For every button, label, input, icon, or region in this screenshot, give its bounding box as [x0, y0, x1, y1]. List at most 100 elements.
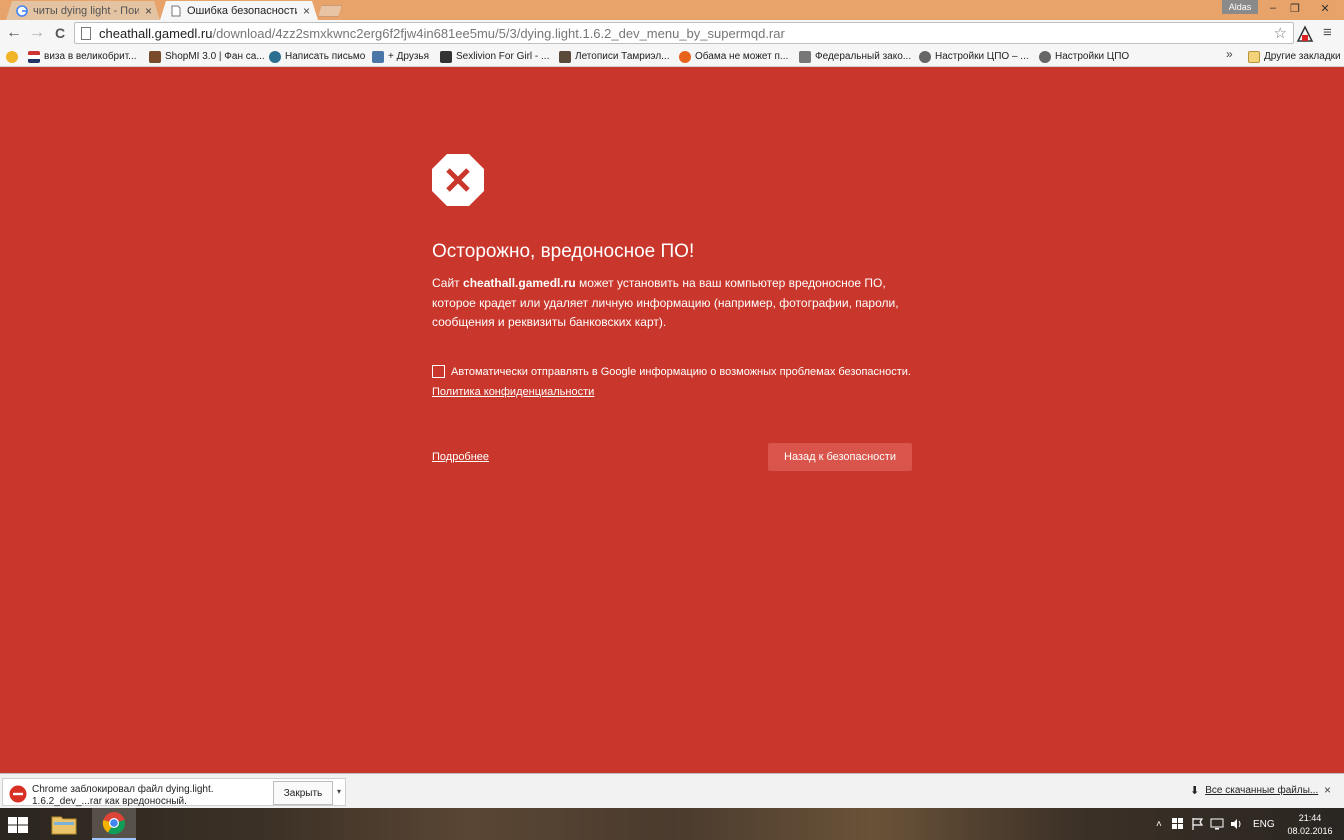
bookmark-item[interactable]: виза в великобрит... [28, 48, 137, 65]
other-bookmarks[interactable]: Другие закладки [1248, 48, 1341, 65]
details-link[interactable]: Подробнее [432, 451, 489, 463]
bookmark-label: Настройки ЦПО [1055, 51, 1130, 62]
download-item[interactable]: Chrome заблокировал файл dying.light. 1.… [2, 778, 346, 808]
vk-icon [372, 50, 384, 63]
page-icon [170, 5, 182, 17]
url-path: /download/4zz2smxkwnc2erg6f2fjw4in681ee5… [212, 25, 785, 41]
bookmark-star-icon[interactable]: ☆ [1274, 24, 1287, 42]
bookmark-apps[interactable] [6, 48, 22, 65]
bookmark-label: Написать письмо [285, 51, 366, 62]
tab-title: читы dying light - Поиск [33, 4, 139, 17]
bookmark-item[interactable]: + Друзья [372, 48, 429, 65]
windows-start-icon[interactable] [6, 816, 30, 834]
close-window-button[interactable]: ✕ [1312, 0, 1338, 16]
bookmark-label: Летописи Тамриэл... [575, 51, 670, 62]
browser-toolbar: ← → C cheathall.gamedl.ru/download/4zz2s… [0, 20, 1344, 46]
chrome-menu-icon[interactable]: ≡ [1323, 25, 1337, 40]
privacy-policy-link[interactable]: Политика конфиденциальности [432, 386, 594, 398]
download-status-line: Chrome заблокировал файл dying.light. [32, 784, 214, 795]
back-button[interactable]: ← [4, 23, 24, 43]
file-explorer-button[interactable] [42, 808, 86, 840]
restore-button[interactable]: ❐ [1284, 0, 1306, 16]
uk-flag-icon [28, 50, 40, 63]
bookmark-item[interactable]: Обама не может п... [679, 48, 788, 65]
gear-icon [1039, 50, 1051, 63]
chevron-down-icon[interactable]: ▾ [337, 787, 341, 796]
monitor-icon[interactable] [1210, 818, 1224, 830]
bookmark-label: Обама не может п... [695, 51, 789, 62]
bookmark-label: Настройки ЦПО – ... [935, 51, 1029, 62]
bookmark-item[interactable]: ShopMI 3.0 | Фан са... [149, 48, 265, 65]
emblem-icon [799, 50, 811, 63]
show-all-label: Все скачанные файлы... [1205, 785, 1319, 796]
network-icon[interactable] [1172, 818, 1184, 830]
google-icon [16, 5, 28, 17]
security-interstitial: Осторожно, вредоносное ПО! Сайт cheathal… [0, 67, 1344, 773]
bookmark-label: Sexlivion For Girl - ... [456, 51, 550, 62]
malware-warning-icon [432, 154, 484, 206]
bookmark-item[interactable]: Sexlivion For Girl - ... [440, 48, 549, 65]
download-status: Chrome заблокировал файл dying.light. 1.… [32, 784, 252, 808]
page-title: Осторожно, вредоносное ПО! [432, 241, 695, 262]
gear-icon [919, 50, 931, 63]
new-tab-button[interactable] [318, 5, 342, 17]
bookmark-item[interactable]: Настройки ЦПО [1039, 48, 1129, 65]
chrome-taskbar-button[interactable] [92, 808, 136, 840]
extension-icon[interactable] [1296, 25, 1314, 43]
apps-icon [6, 50, 18, 63]
bookmark-item[interactable]: Федеральный зако... [799, 48, 911, 65]
bookmark-label: Федеральный зако... [815, 51, 912, 62]
minimize-button[interactable]: ‒ [1262, 0, 1284, 16]
tab-search[interactable]: читы dying light - Поиск × [6, 1, 160, 20]
desc-host: cheathall.gamedl.ru [463, 276, 576, 290]
clock-date: 08.02.2016 [1287, 826, 1333, 836]
show-all-downloads-link[interactable]: ⬇ Все скачанные файлы... [1190, 784, 1318, 797]
blocked-icon [9, 785, 27, 803]
report-checkbox[interactable] [432, 365, 445, 378]
back-to-safety-button[interactable]: Назад к безопасности [768, 443, 912, 471]
circle-icon [679, 50, 691, 63]
bookmark-item[interactable]: Летописи Тамриэл... [559, 48, 669, 65]
tray-overflow-button[interactable]: ˄ [1156, 808, 1162, 840]
download-shelf: Chrome заблокировал файл dying.light. 1.… [0, 773, 1344, 808]
profile-button[interactable]: Aldas [1222, 0, 1258, 14]
mail-icon [269, 50, 281, 63]
bookmark-item[interactable]: Написать письмо [269, 48, 365, 65]
game-icon [149, 50, 161, 63]
title-bar: читы dying light - Поиск × Ошибка безопа… [0, 0, 1344, 20]
bookmark-label: виза в великобрит... [44, 51, 137, 62]
bookmarks-bar: виза в великобрит... ShopMI 3.0 | Фан са… [0, 46, 1344, 67]
close-tab-icon[interactable]: × [145, 4, 152, 18]
bookmark-label: ShopMI 3.0 | Фан са... [165, 51, 265, 62]
download-status-line: 1.6.2_dev_...rar как вредоносный. [32, 796, 187, 807]
dismiss-download-button[interactable]: Закрыть [273, 781, 333, 805]
reload-button[interactable]: C [50, 23, 70, 43]
close-shelf-icon[interactable]: × [1324, 783, 1331, 797]
tab-security-error[interactable]: Ошибка безопасности × [160, 1, 318, 20]
tab-title: Ошибка безопасности [187, 4, 297, 17]
page-icon [81, 26, 91, 40]
warning-description: Сайт cheathall.gamedl.ru может установит… [432, 274, 912, 333]
url-host: cheathall.gamedl.ru [99, 25, 213, 41]
address-bar[interactable]: cheathall.gamedl.ru/download/4zz2smxkwnc… [74, 22, 1294, 44]
desc-text: Сайт [432, 276, 464, 290]
folder-icon [1248, 50, 1260, 63]
system-clock[interactable]: 21:44 08.02.2016 [1284, 812, 1336, 838]
language-indicator[interactable]: ENG [1253, 808, 1275, 840]
volume-icon[interactable] [1230, 818, 1242, 830]
skull-icon [440, 50, 452, 63]
bookmarks-overflow-button[interactable]: » [1226, 47, 1233, 61]
bookmark-item[interactable]: Настройки ЦПО – ... [919, 48, 1029, 65]
download-icon: ⬇ [1190, 785, 1200, 797]
forward-button[interactable]: → [27, 23, 47, 43]
bookmark-label: Другие закладки [1264, 51, 1341, 62]
taskbar: ˄ ENG 21:44 08.02.2016 [0, 808, 1344, 840]
flag-icon[interactable] [1192, 818, 1204, 830]
chrome-icon [102, 812, 126, 835]
clock-time: 21:44 [1298, 813, 1322, 823]
bookmark-label: + Друзья [388, 51, 430, 62]
close-tab-icon[interactable]: × [303, 4, 310, 18]
folder-icon [51, 816, 77, 835]
dragon-icon [559, 50, 571, 63]
report-checkbox-label[interactable]: Автоматически отправлять в Google информ… [451, 366, 911, 378]
